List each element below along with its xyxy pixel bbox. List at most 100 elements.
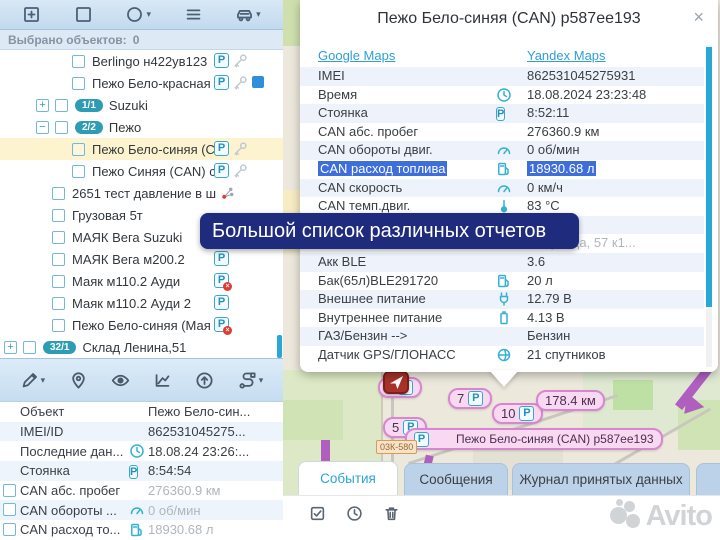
google-maps-link[interactable]: Google Maps	[318, 48, 395, 63]
detail-value: 18.08.24 23:26:...	[148, 444, 280, 459]
tree-item-пежо-бело-синяя-с[interactable]: Пежо Бело-синяя (СP	[0, 138, 283, 160]
tree-checkbox[interactable]	[52, 319, 65, 332]
location-pin-icon-button[interactable]	[69, 371, 88, 390]
tree-item-label: Грузовая 5т	[72, 208, 143, 223]
parameter-label: Датчик GPS/ГЛОНАСС	[318, 347, 456, 362]
tree-item-маяк-вега-м200-2[interactable]: МАЯК Вега м200.2P	[0, 248, 283, 270]
expand-icon[interactable]: +	[36, 99, 49, 112]
tree-item-пежо[interactable]: −2/2Пежо	[0, 116, 283, 138]
tree-checkbox[interactable]	[72, 165, 85, 178]
popup-parameter-row: Датчик GPS/ГЛОНАСС21 спутников	[300, 346, 704, 365]
parking-icon: P	[214, 163, 229, 178]
tree-checkbox[interactable]	[52, 253, 65, 266]
key-icon	[232, 141, 248, 157]
tree-scrollbar[interactable]	[277, 335, 282, 358]
detail-value: Пежо Бело-син...	[148, 404, 280, 419]
tree-item-suzuki[interactable]: +1/1Suzuki	[0, 94, 283, 116]
route-icon-button[interactable]: ▾	[238, 371, 264, 390]
parameter-label: ГАЗ/Бензин -->	[318, 328, 407, 343]
tab-сообщения[interactable]: Сообщения	[404, 463, 508, 495]
key-icon	[232, 75, 248, 91]
parameter-label: CAN абс. пробег	[318, 124, 418, 139]
tab-события[interactable]: События	[298, 461, 398, 495]
tree-checkbox[interactable]	[55, 121, 68, 134]
tree-checkbox[interactable]	[72, 143, 85, 156]
visibility-eye-icon-button[interactable]	[111, 371, 130, 390]
checkbox-icon[interactable]	[309, 505, 326, 522]
parking-icon: P	[519, 406, 534, 421]
watermark-text: Avito	[646, 500, 712, 533]
tree-checkbox[interactable]	[52, 187, 65, 200]
tree-toolbar: ▾▾	[0, 0, 283, 30]
tree-item-berlingo-н422ув123[interactable]: Berlingo н422ув123P	[0, 50, 283, 72]
parameter-label: Стоянка	[318, 105, 368, 120]
tree-checkbox[interactable]	[72, 77, 85, 90]
sensor-checkbox[interactable]	[3, 503, 16, 516]
cluster-bubble-7[interactable]: 7 P	[448, 388, 492, 409]
tree-checkbox[interactable]	[72, 55, 85, 68]
popup-scrollbar-thumb[interactable]	[706, 47, 712, 307]
collapse-icon[interactable]: −	[36, 121, 49, 134]
parking-icon: P	[214, 75, 229, 90]
parameter-value: 18930.68 л	[527, 161, 596, 176]
parking-icon: P	[214, 141, 229, 156]
tree-item-маяк-м110-2-ауди-2[interactable]: Маяк м110.2 Ауди 2P	[0, 292, 283, 314]
popup-callout-arrow	[489, 370, 519, 387]
cluster-bubble-10[interactable]: 10 P	[492, 403, 543, 424]
vehicle-icon-button[interactable]: ▾	[235, 5, 261, 24]
parking-icon: P	[468, 391, 483, 406]
distance-bubble[interactable]: 178.4 км	[536, 390, 605, 411]
tree-item-label: Пежо Бело-синяя (Мая	[72, 318, 211, 333]
tree-checkbox[interactable]	[52, 297, 65, 310]
edit-pencil-icon-button[interactable]: ▾	[20, 371, 46, 390]
chevron-down-icon: ▾	[256, 10, 261, 19]
close-icon[interactable]: ×	[693, 8, 704, 26]
yandex-maps-link[interactable]: Yandex Maps	[527, 48, 606, 63]
tree-item-маяк-м110-2-ауди[interactable]: Маяк м110.2 АудиP×	[0, 270, 283, 292]
clock-icon[interactable]	[346, 505, 363, 522]
vehicle-tooltip[interactable]: P Пежо Бело-синяя (CAN) p587ee193	[405, 428, 663, 450]
object-detail-row: CAN расход то...18930.68 л	[0, 520, 283, 540]
list-icon-button[interactable]	[184, 5, 203, 24]
count-badge: 1/1	[75, 99, 103, 112]
tree-item-пежо-бело-красная[interactable]: Пежо Бело-краснаяP	[0, 72, 283, 94]
parameter-value: 4.13 В	[527, 310, 565, 325]
tree-checkbox[interactable]	[23, 341, 36, 354]
tree-item-label: 2651 тест давление в ш	[72, 186, 216, 201]
sensor-checkbox[interactable]	[3, 484, 16, 497]
distance-label: 178.4 км	[545, 393, 596, 408]
detail-label: CAN абс. пробег	[20, 483, 128, 498]
expand-icon[interactable]: +	[4, 341, 17, 354]
object-detail-row: IMEI/ID862531045275...	[0, 422, 283, 442]
vehicle-marker-icon[interactable]	[383, 371, 409, 394]
detail-value: 862531045275...	[148, 424, 280, 439]
parameter-label: CAN скорость	[318, 180, 402, 195]
add-object-icon-button[interactable]	[22, 5, 41, 24]
tree-item-пежо-бело-синяя-мая[interactable]: Пежо Бело-синяя (МаяP×	[0, 314, 283, 336]
select-square-icon-button[interactable]	[74, 5, 93, 24]
tree-checkbox[interactable]	[55, 99, 68, 112]
popup-title: Пежо Бело-синяя (CAN) p587ee193	[300, 10, 718, 28]
tree-checkbox[interactable]	[52, 275, 65, 288]
parameter-value: 0 об/мин	[527, 142, 580, 157]
tree-checkbox[interactable]	[52, 209, 65, 222]
tab-журнал-принятых-данных[interactable]: Журнал принятых данных	[512, 463, 690, 495]
tree-item-label: МАЯК Вега м200.2	[72, 252, 185, 267]
tree-item-склад-ленина-51[interactable]: +32/1Склад Ленина,51	[0, 336, 283, 358]
tab-partial[interactable]	[696, 463, 720, 495]
cluster-count: 10	[501, 406, 515, 421]
popup-parameter-row: CAN скорость0 км/ч	[300, 179, 704, 198]
export-up-icon-button[interactable]	[195, 371, 214, 390]
parking-disabled-icon: P×	[214, 317, 229, 332]
popup-parameter-row: Внутреннее питание4.13 В	[300, 309, 704, 328]
chart-icon	[153, 371, 172, 390]
parameter-label: CAN расход топлива	[318, 161, 447, 176]
sensor-checkbox[interactable]	[3, 523, 16, 536]
geofence-circle-icon-button[interactable]: ▾	[125, 5, 151, 24]
tree-checkbox[interactable]	[52, 231, 65, 244]
trash-icon[interactable]	[383, 505, 400, 522]
map-green2	[613, 380, 653, 410]
chart-icon-button[interactable]	[153, 371, 172, 390]
tree-item-пежо-синяя-can-с[interactable]: Пежо Синяя (CAN) сP	[0, 160, 283, 182]
tree-item-2651-тест-давление-в-ш[interactable]: 2651 тест давление в ш	[0, 182, 283, 204]
